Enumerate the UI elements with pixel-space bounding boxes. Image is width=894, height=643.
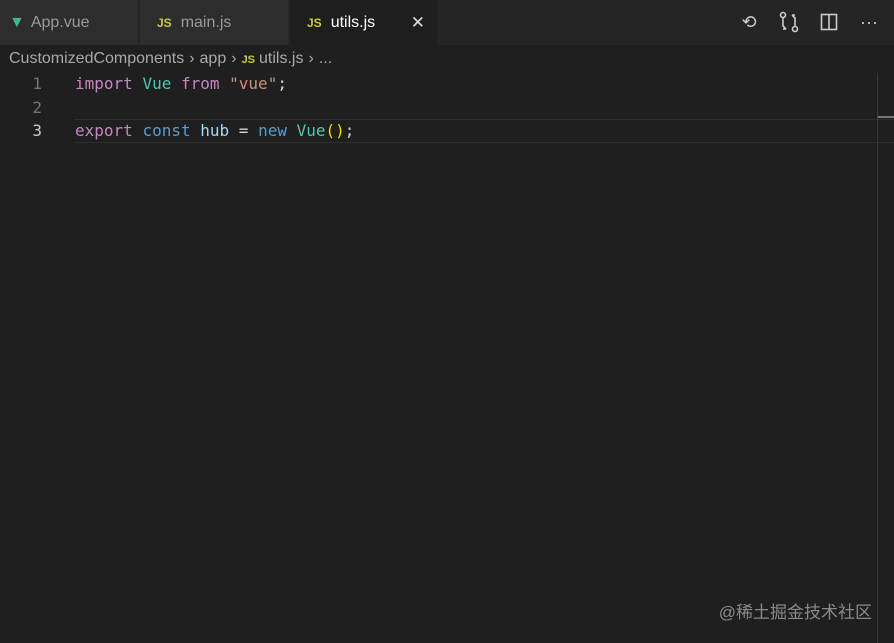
tab-label: utils.js	[330, 13, 376, 31]
compare-changes-icon[interactable]	[778, 10, 800, 34]
breadcrumb-item[interactable]: ...	[319, 50, 332, 68]
breadcrumb-item[interactable]: app	[200, 50, 227, 68]
code-line: 3 export const hub = new Vue();	[0, 119, 894, 143]
scrollbar[interactable]	[877, 73, 894, 643]
line-number: 2	[32, 97, 42, 117]
tab-label: App.vue	[30, 13, 90, 31]
code-text: import Vue from "vue";	[75, 74, 287, 93]
code-line: 2	[0, 96, 894, 120]
tab-main-js[interactable]: JS main.js	[140, 0, 288, 45]
tab-label: main.js	[180, 13, 232, 31]
tab-app-vue[interactable]: ▼ App.vue	[0, 0, 138, 45]
tab-utils-js[interactable]: JS utils.js ✕	[290, 0, 437, 45]
chevron-right-icon: ›	[189, 50, 195, 67]
chevron-right-icon: ›	[231, 50, 237, 67]
breadcrumb-item[interactable]: JS utils.js	[242, 50, 304, 68]
line-number: 1	[32, 74, 42, 93]
js-icon: JS	[157, 15, 172, 30]
watermark: @稀土掘金技术社区	[718, 603, 872, 622]
more-actions-icon[interactable]: ···	[858, 10, 880, 34]
breadcrumb: CustomizedComponents › app › JS utils.js › .…	[9, 50, 332, 68]
breadcrumb-label: utils.js	[259, 50, 304, 67]
js-icon: JS	[241, 54, 256, 66]
vue-icon: ▼	[9, 13, 25, 31]
line-number: 3	[32, 121, 42, 140]
code-editor[interactable]: 1 import Vue from "vue"; 2 3 export const …	[0, 72, 894, 143]
split-editor-icon[interactable]	[818, 10, 840, 34]
chevron-right-icon: ›	[308, 50, 314, 67]
close-icon[interactable]: ✕	[411, 13, 425, 33]
js-icon: JS	[307, 15, 322, 30]
timeline-history-icon[interactable]: ⟲	[738, 10, 760, 34]
code-line: 1 import Vue from "vue";	[0, 72, 894, 96]
code-text: export const hub = new Vue();	[75, 121, 355, 140]
cursor-marker	[878, 116, 894, 118]
breadcrumb-item[interactable]: CustomizedComponents	[9, 50, 184, 68]
tab-bar: ▼ App.vue JS main.js JS utils.js ✕ ⟲ ···	[0, 0, 894, 45]
